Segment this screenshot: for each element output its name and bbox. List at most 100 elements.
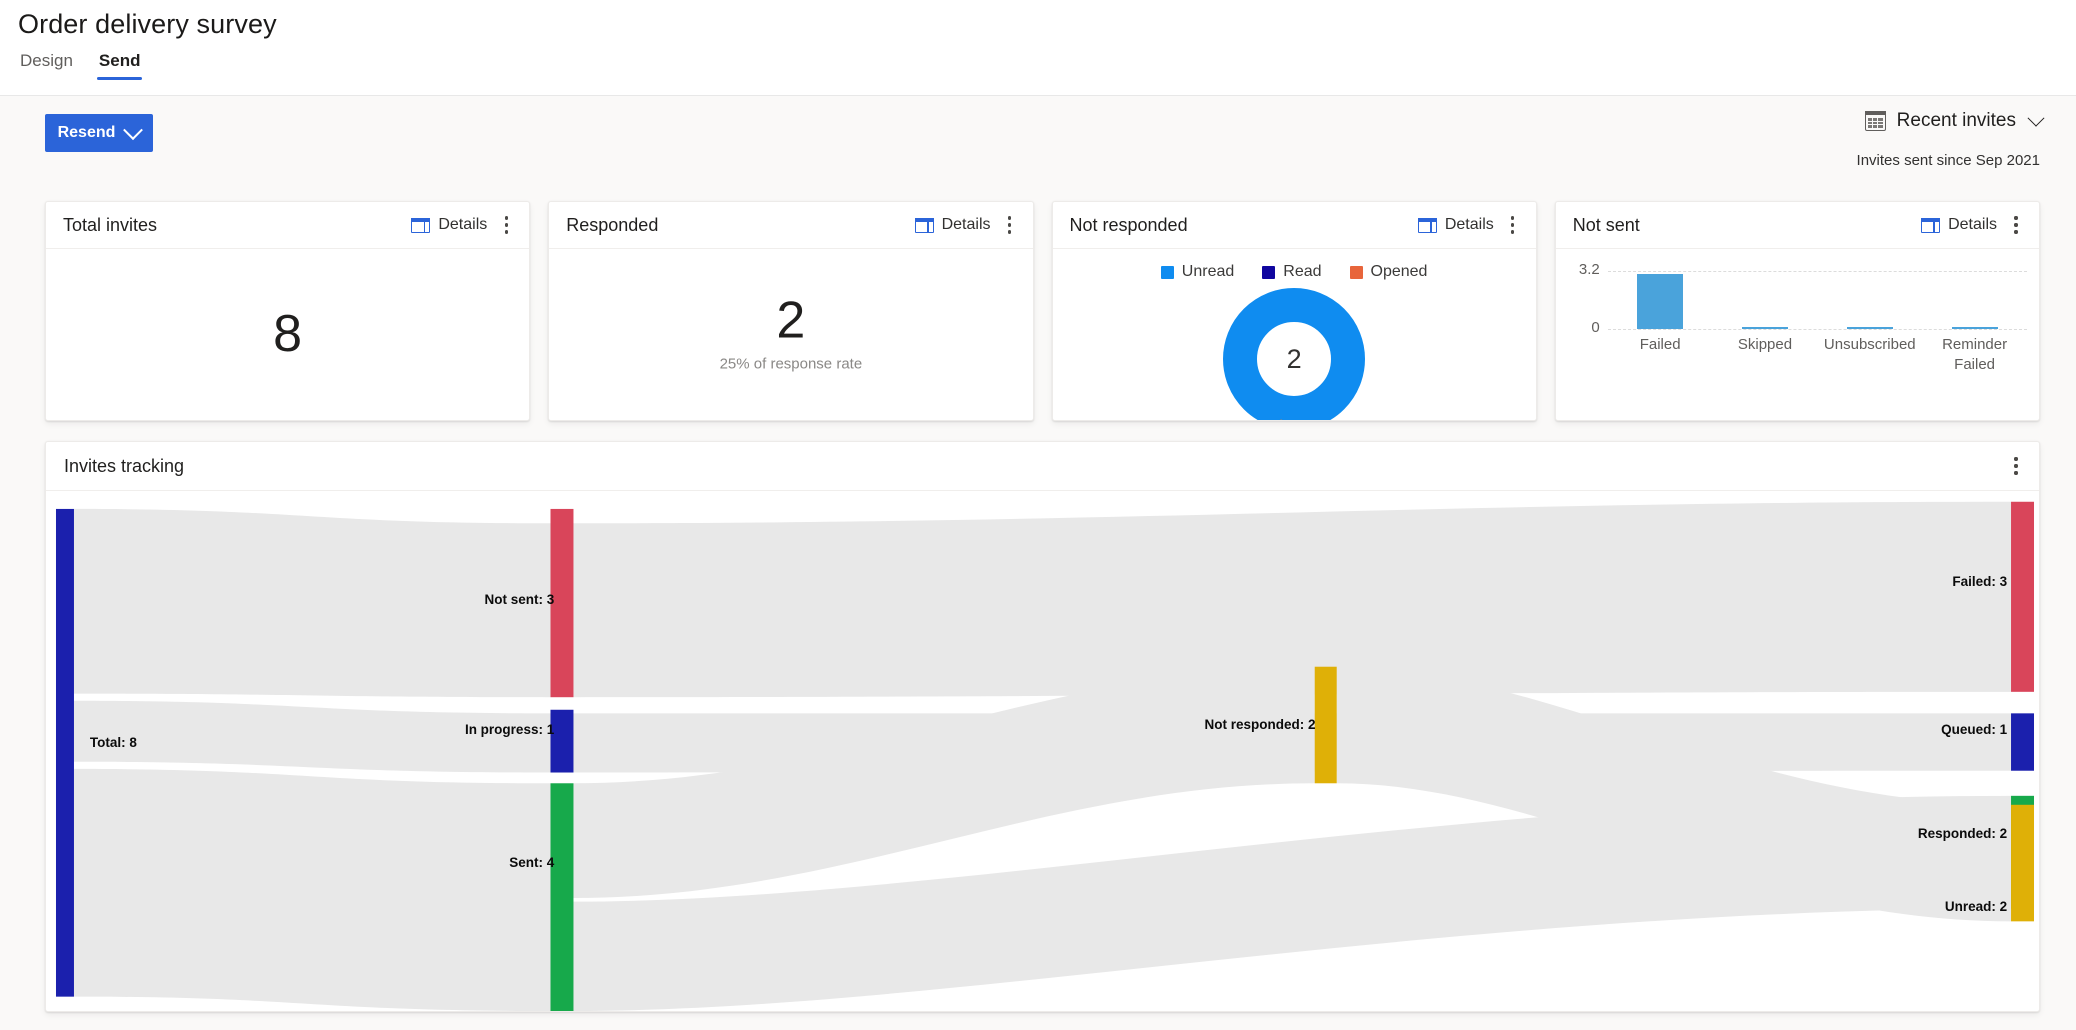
legend-item-read[interactable]: Read [1262, 263, 1321, 281]
details-button[interactable]: Details [1414, 213, 1498, 237]
node-in-progress[interactable] [550, 710, 573, 773]
card-header: Not sent Details [1556, 202, 2039, 249]
legend-swatch [1350, 266, 1363, 279]
card-not-sent: Not sent Details 3.2 0 [1555, 201, 2040, 421]
bar-failed[interactable] [1637, 274, 1683, 329]
more-vertical-icon[interactable] [495, 212, 517, 238]
bar-column [1817, 271, 1922, 329]
sankey-links [74, 502, 2011, 1011]
card-body: 3.2 0 Failed Skipped Unsubscribed Remind… [1556, 249, 2039, 420]
kpi-card-row: Total invites Details 8 Responded [45, 201, 2040, 421]
app-header: Order delivery survey Design Send [0, 0, 2076, 96]
card-title: Invites tracking [64, 456, 2001, 477]
bar-column [1713, 271, 1818, 329]
node-not-responded[interactable] [1315, 667, 1337, 784]
total-invites-value: 8 [46, 307, 529, 359]
sankey-svg [46, 491, 2039, 1011]
details-button[interactable]: Details [1917, 213, 2001, 237]
x-tick-label: Skipped [1713, 335, 1818, 374]
legend-label: Unread [1182, 263, 1234, 281]
bar-reminder-failed[interactable] [1952, 327, 1998, 329]
card-not-responded: Not responded Details Unread [1052, 201, 1537, 421]
card-title: Not responded [1070, 215, 1414, 236]
recent-invites-picker[interactable]: Recent invites [1865, 110, 2042, 132]
metric-block: 2 25% of response rate [549, 294, 1032, 372]
node-queued[interactable] [2011, 713, 2034, 770]
more-vertical-icon[interactable] [1502, 212, 1524, 238]
recent-invites-label: Recent invites [1897, 110, 2016, 132]
details-label: Details [1948, 216, 1997, 234]
chevron-down-icon [2028, 110, 2045, 127]
details-button[interactable]: Details [911, 213, 995, 237]
bar-series [1608, 271, 2027, 329]
tab-design[interactable]: Design [18, 49, 75, 80]
toolbar: Resend Recent invites Invites sent since… [0, 96, 2076, 188]
resend-button-label: Resend [58, 124, 116, 142]
card-responded: Responded Details 2 25% of response rate [548, 201, 1033, 421]
node-total[interactable] [56, 509, 74, 997]
more-vertical-icon[interactable] [2005, 453, 2027, 479]
legend-item-opened[interactable]: Opened [1350, 263, 1428, 281]
details-label: Details [438, 216, 487, 234]
not-sent-bar-chart[interactable]: 3.2 0 Failed Skipped Unsubscribed Remind… [1556, 249, 2039, 420]
card-header: Responded Details [549, 202, 1032, 249]
x-tick-label: Unsubscribed [1817, 335, 1922, 374]
donut-center-value: 2 [1222, 287, 1366, 421]
tab-send[interactable]: Send [97, 49, 143, 80]
y-tick-max: 3.2 [1564, 261, 1600, 278]
bar-unsubscribed[interactable] [1847, 327, 1893, 329]
x-axis-labels: Failed Skipped Unsubscribed Reminder Fai… [1608, 335, 2027, 374]
panel-details-icon [1921, 218, 1940, 233]
card-header: Invites tracking [46, 442, 2039, 491]
more-vertical-icon[interactable] [2005, 212, 2027, 238]
bar-column [1922, 271, 2027, 329]
chevron-down-icon [123, 120, 143, 140]
resend-button[interactable]: Resend [45, 114, 153, 152]
responded-value: 2 [549, 294, 1032, 346]
donut-legend: Unread Read Opened [1053, 249, 1536, 281]
card-body: 8 [46, 249, 529, 420]
panel-details-icon [1418, 218, 1437, 233]
details-label: Details [1445, 216, 1494, 234]
legend-label: Read [1283, 263, 1321, 281]
legend-label: Opened [1371, 263, 1428, 281]
page-content: Resend Recent invites Invites sent since… [0, 96, 2076, 1030]
gridline-base [1608, 329, 2027, 330]
card-body: 2 25% of response rate [549, 249, 1032, 420]
panel-details-icon [915, 218, 934, 233]
tab-bar: Design Send [18, 49, 2076, 80]
panel-details-icon [411, 218, 430, 233]
donut-chart[interactable]: 2 100.00% [1222, 287, 1366, 421]
x-tick-label: Failed [1608, 335, 1713, 374]
more-vertical-icon[interactable] [999, 212, 1021, 238]
page-title: Order delivery survey [18, 0, 2076, 40]
details-button[interactable]: Details [407, 213, 491, 237]
link-total-sent [74, 769, 551, 1011]
details-label: Details [942, 216, 991, 234]
node-failed[interactable] [2011, 502, 2034, 692]
invites-tracking-card: Invites tracking [45, 441, 2040, 1012]
card-title: Responded [566, 215, 910, 236]
invites-since-label: Invites sent since Sep 2021 [1857, 152, 2040, 169]
card-title: Total invites [63, 215, 407, 236]
link-total-inprogress [74, 701, 551, 773]
legend-swatch [1262, 266, 1275, 279]
bar-column [1608, 271, 1713, 329]
sankey-chart[interactable]: Total: 8 Not sent: 3 In progress: 1 Sent… [46, 491, 2039, 1011]
y-tick-min: 0 [1564, 319, 1600, 336]
link-total-notsent [74, 509, 551, 697]
bar-skipped[interactable] [1742, 327, 1788, 329]
metric-block: 8 [46, 307, 529, 359]
node-not-sent[interactable] [550, 509, 573, 697]
card-header: Total invites Details [46, 202, 529, 249]
card-title: Not sent [1573, 215, 1917, 236]
card-body: Unread Read Opened 2 [1053, 249, 1536, 421]
node-sent[interactable] [550, 783, 573, 1011]
node-unread[interactable] [2011, 805, 2034, 922]
legend-item-unread[interactable]: Unread [1161, 263, 1234, 281]
x-tick-label: Reminder Failed [1922, 335, 2027, 374]
legend-swatch [1161, 266, 1174, 279]
card-header: Not responded Details [1053, 202, 1536, 249]
responded-rate-label: 25% of response rate [549, 355, 1032, 372]
calendar-icon [1865, 111, 1886, 131]
